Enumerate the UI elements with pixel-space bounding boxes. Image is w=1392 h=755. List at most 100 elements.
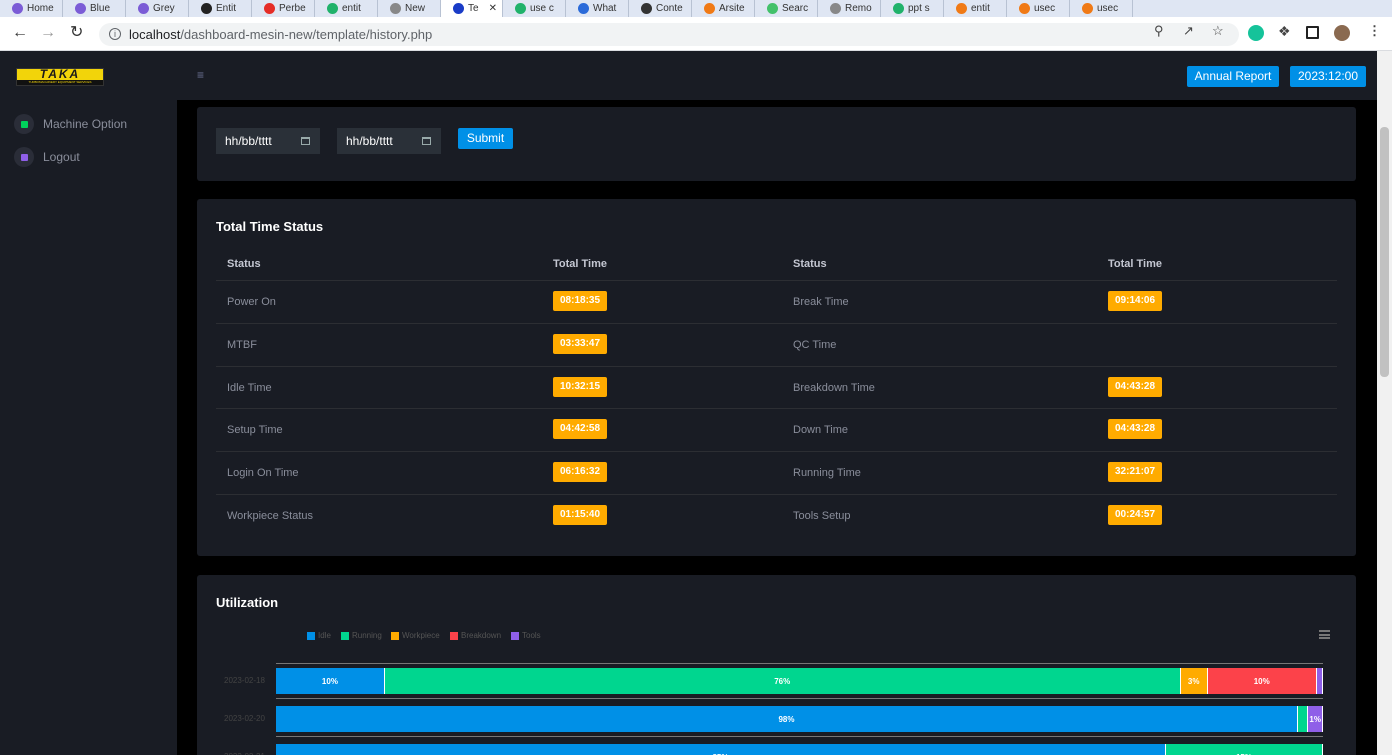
stacked-bar[interactable]: 85%15%: [276, 744, 1323, 755]
tab-label: usec: [1034, 3, 1056, 14]
browser-tab[interactable]: Home: [0, 0, 63, 17]
tab-label: Remo: [845, 3, 872, 14]
data-label: 3%: [1187, 676, 1200, 686]
tab-favicon-icon: [641, 3, 652, 14]
annual-report-button[interactable]: Annual Report: [1187, 66, 1279, 87]
url-path: /dashboard-mesin-new/template/history.ph…: [180, 27, 433, 42]
legend-item[interactable]: Running: [341, 631, 382, 640]
calendar-icon[interactable]: [301, 137, 310, 145]
tab-label: Home: [27, 3, 54, 14]
date-to-input[interactable]: hh/bb/tttt: [337, 128, 441, 154]
grammarly-icon[interactable]: [1248, 25, 1264, 41]
data-label: 1%: [1309, 714, 1321, 724]
tab-label: use c: [530, 3, 554, 14]
y-axis-tick-label: 2023-02-20: [224, 714, 265, 723]
tab-favicon-icon: [264, 3, 275, 14]
legend-swatch: [391, 631, 399, 640]
tab-favicon-icon: [1082, 3, 1093, 14]
stacked-bar[interactable]: 98% 1%: [276, 706, 1323, 732]
bar-segment-running[interactable]: 76%: [384, 668, 1181, 694]
legend-label: Idle: [318, 631, 331, 640]
browser-tab[interactable]: Blue: [63, 0, 126, 17]
address-bar[interactable]: i localhost/dashboard-mesin-new/template…: [99, 23, 1239, 46]
sidebar-item-machine-option[interactable]: Machine Option: [14, 114, 127, 134]
legend-swatch: [307, 631, 315, 640]
status-label: Power On: [227, 296, 276, 308]
bar-segment-tools[interactable]: [1316, 668, 1323, 694]
status-label: Login On Time: [227, 467, 299, 480]
tab-favicon-icon: [12, 3, 23, 14]
tab-label: Entit: [216, 3, 237, 14]
browser-tab[interactable]: usec: [1007, 0, 1070, 17]
site-info-icon[interactable]: i: [109, 28, 121, 40]
browser-tab[interactable]: Grey: [126, 0, 189, 17]
row-divider: [216, 494, 1337, 495]
browser-tab[interactable]: Conte: [629, 0, 692, 17]
browser-tab[interactable]: New: [378, 0, 441, 17]
time-badge: 04:43:28: [1108, 376, 1163, 397]
bar-segment-idle[interactable]: 98%: [276, 706, 1298, 732]
browser-tab[interactable]: ppt s: [881, 0, 944, 17]
status-label: Running Time: [793, 467, 861, 480]
data-label: 10%: [1253, 676, 1270, 686]
browser-tab[interactable]: Arsite: [692, 0, 755, 17]
date-from-input[interactable]: hh/bb/tttt: [216, 128, 320, 154]
browser-toolbar: ← → ↻ i localhost/dashboard-mesin-new/te…: [0, 17, 1392, 51]
reload-icon[interactable]: ↻: [70, 24, 83, 42]
page-scrollbar[interactable]: [1377, 51, 1392, 755]
time-badge: 09:14:06: [1108, 291, 1163, 311]
browser-tab[interactable]: Entit: [189, 0, 252, 17]
sidebar-item-logout[interactable]: Logout: [14, 147, 80, 167]
browser-menu-icon[interactable]: ⋮: [1368, 23, 1381, 39]
tab-label: entit: [971, 3, 990, 14]
scrollbar-thumb[interactable]: [1380, 127, 1389, 377]
browser-tab[interactable]: Perbe: [252, 0, 315, 17]
browser-tab[interactable]: usec: [1070, 0, 1133, 17]
column-header-status: Status: [227, 258, 261, 270]
legend-item[interactable]: Workpiece: [391, 631, 440, 640]
tab-favicon-icon: [767, 3, 778, 14]
browser-tab[interactable]: entit: [944, 0, 1007, 17]
column-header-total-time: Total Time: [553, 258, 607, 270]
datetime-button[interactable]: 2023:12:00: [1290, 66, 1366, 87]
legend-item[interactable]: Tools: [511, 631, 541, 640]
bar-segment-running[interactable]: [1297, 706, 1309, 732]
browser-tab[interactable]: Searc: [755, 0, 818, 17]
bar-segment-idle[interactable]: 10%: [276, 668, 385, 694]
browser-tab[interactable]: Te ✕: [441, 0, 503, 17]
bar-segment-workpiece[interactable]: 3%: [1180, 668, 1208, 694]
tab-close-icon[interactable]: ✕: [489, 3, 497, 14]
bar-segment-breakdown[interactable]: 10%: [1207, 668, 1317, 694]
side-panel-icon[interactable]: [1306, 26, 1319, 39]
share-icon[interactable]: ↗: [1183, 23, 1194, 39]
browser-tab[interactable]: entit: [315, 0, 378, 17]
bookmark-star-icon[interactable]: ☆: [1212, 23, 1224, 39]
bar-segment-idle[interactable]: 85%: [276, 744, 1166, 755]
legend-item[interactable]: Breakdown: [450, 631, 501, 640]
extensions-puzzle-icon[interactable]: ❖: [1278, 23, 1291, 40]
y-axis-tick-label: 2023-02-18: [224, 676, 265, 685]
tab-favicon-icon: [956, 3, 967, 14]
menu-toggle-icon[interactable]: ≡: [197, 68, 204, 82]
data-label: 76%: [774, 676, 791, 686]
logo-subtext: TURBOMACHINERY EQUIPMENT SERVICES: [17, 80, 103, 85]
time-badge: 04:42:58: [553, 419, 608, 440]
data-label: 10%: [321, 676, 338, 686]
tab-favicon-icon: [1019, 3, 1030, 14]
bar-segment-tools[interactable]: 1%: [1308, 706, 1323, 732]
company-logo[interactable]: TAKA TURBOMACHINERY EQUIPMENT SERVICES: [16, 68, 104, 86]
forward-arrow-icon[interactable]: →: [40, 24, 56, 42]
browser-tab[interactable]: Remo: [818, 0, 881, 17]
column-header-status: Status: [793, 258, 827, 270]
profile-avatar[interactable]: [1334, 25, 1350, 41]
calendar-icon[interactable]: [422, 137, 431, 145]
bar-segment-running[interactable]: 15%: [1165, 744, 1323, 755]
submit-button[interactable]: Submit: [458, 128, 513, 149]
chart-menu-icon[interactable]: [1319, 630, 1330, 639]
stacked-bar[interactable]: 10% 76% 3% 10%: [276, 668, 1323, 694]
browser-tab[interactable]: use c: [503, 0, 566, 17]
back-arrow-icon[interactable]: ←: [12, 24, 28, 42]
legend-item[interactable]: Idle: [307, 631, 331, 640]
browser-tab[interactable]: What: [566, 0, 629, 17]
zoom-icon[interactable]: ⚲: [1154, 23, 1164, 39]
